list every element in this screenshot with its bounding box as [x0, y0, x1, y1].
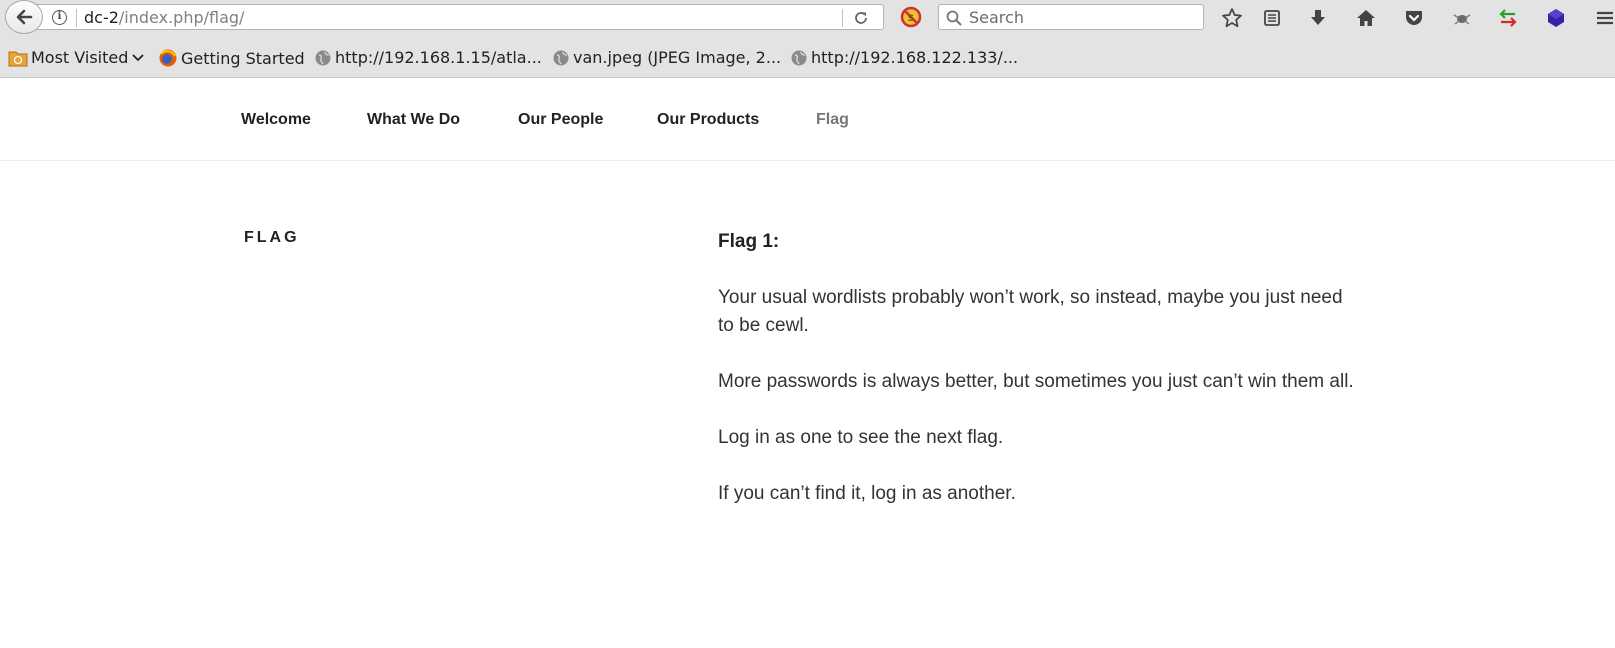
firefox-icon [159, 49, 177, 67]
nav-our-people[interactable]: Our People [518, 111, 603, 129]
url-path: /index.php/flag/ [118, 8, 245, 27]
back-button[interactable] [5, 0, 43, 34]
url-text[interactable]: dc-2/index.php/flag/ [84, 8, 244, 27]
navigation-toolbar: i dc-2/index.php/flag/ S Search [0, 0, 1615, 36]
bookmark-http-192-168-122-133[interactable]: http://192.168.122.133/... [790, 48, 1018, 67]
bookmark-http-192-168-1-15[interactable]: http://192.168.1.15/atla... [314, 48, 542, 67]
info-icon[interactable]: i [52, 10, 67, 25]
url-bar[interactable]: i dc-2/index.php/flag/ [36, 4, 884, 30]
nav-flag[interactable]: Flag [816, 111, 849, 129]
page-title: FLAG [244, 229, 300, 246]
site-navigation: Welcome What We Do Our People Our Produc… [0, 79, 1615, 161]
chevron-down-icon [132, 53, 145, 61]
reload-icon[interactable] [852, 9, 870, 27]
paragraph: Your usual wordlists probably won’t work… [718, 287, 1343, 336]
bookmark-label: Getting Started [181, 48, 305, 68]
home-icon[interactable] [1354, 6, 1378, 30]
menu-icon[interactable] [1592, 6, 1615, 30]
reload-separator [842, 9, 843, 27]
globe-icon [791, 50, 807, 65]
nav-what-we-do[interactable]: What We Do [367, 111, 460, 129]
bookmark-label: http://192.168.1.15/atla... [335, 48, 542, 67]
downloads-icon[interactable] [1306, 6, 1330, 30]
bookmark-label: http://192.168.122.133/... [811, 48, 1019, 67]
globe-icon [553, 50, 569, 65]
search-bar[interactable]: Search [938, 4, 1204, 30]
search-placeholder: Search [969, 8, 1024, 27]
svg-text:S: S [908, 14, 914, 24]
url-host: dc-2 [84, 8, 119, 27]
bookmark-most-visited[interactable]: Most Visited [8, 48, 149, 67]
nav-welcome[interactable]: Welcome [241, 111, 311, 129]
browser-chrome: i dc-2/index.php/flag/ S Search Most Vis… [0, 0, 1615, 78]
entry-content: Flag 1: Your usual wordlists probably wo… [718, 228, 1358, 536]
bookmark-getting-started[interactable]: Getting Started [158, 48, 305, 68]
bookmark-label: Most Visited [31, 48, 129, 67]
pocket-icon[interactable] [1402, 6, 1426, 30]
back-arrow-icon [16, 9, 33, 25]
bookmarks-toolbar: Most Visited Getting Started http://192.… [0, 40, 1615, 76]
firebug-icon[interactable] [1450, 6, 1474, 30]
flag-heading: Flag 1: [718, 231, 780, 252]
paragraph: If you can’t find it, log in as another. [718, 483, 1016, 504]
bookmark-label: van.jpeg (JPEG Image, 2... [573, 48, 782, 67]
paragraph: More passwords is always better, but som… [718, 371, 1354, 392]
reading-list-icon[interactable] [1260, 6, 1284, 30]
folder-icon [8, 51, 28, 66]
globe-icon [315, 50, 331, 65]
paragraph: Log in as one to see the next flag. [718, 427, 1004, 448]
extension-cube-icon[interactable] [1544, 6, 1568, 30]
noscript-icon[interactable]: S [900, 6, 922, 28]
nav-our-products[interactable]: Our Products [657, 111, 759, 129]
bookmark-star-icon[interactable] [1220, 6, 1244, 30]
url-separator [76, 9, 77, 27]
search-icon [946, 10, 962, 26]
foxyproxy-icon[interactable] [1496, 6, 1520, 30]
bookmark-van-jpeg[interactable]: van.jpeg (JPEG Image, 2... [552, 48, 781, 67]
